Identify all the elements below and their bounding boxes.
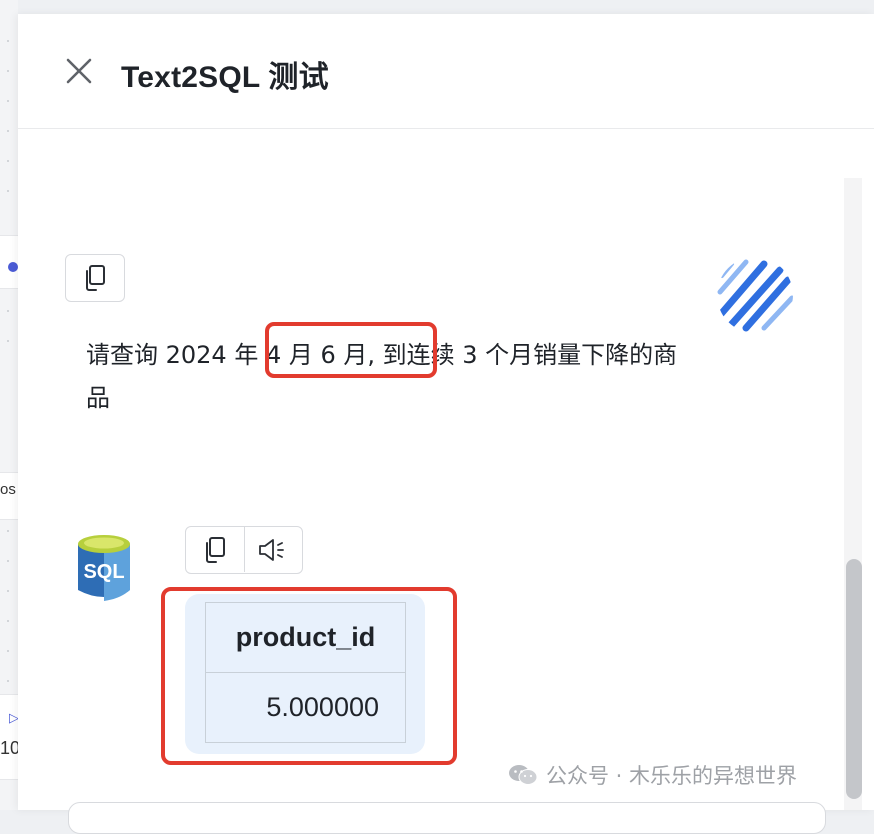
text2sql-drawer: Text2SQL 测试 请查询 2024 年 4 月 6 月, 到连续 3 个月… <box>18 14 874 834</box>
copy-icon <box>205 536 225 563</box>
watermark: 公众号 · 木乐乐的异想世界 <box>508 760 797 790</box>
striped-logo-icon <box>717 259 793 332</box>
wechat-icon <box>509 765 538 785</box>
highlight-box-date <box>265 322 437 378</box>
bg-dot <box>7 130 9 132</box>
bg-dot <box>7 530 9 532</box>
highlight-box-result <box>161 587 457 765</box>
bg-dot <box>7 190 9 192</box>
bg-dot <box>7 310 9 312</box>
copy-icon <box>86 265 105 291</box>
sql-database-icon: SQL <box>78 535 130 601</box>
bg-dot <box>7 70 9 72</box>
copy-button[interactable] <box>186 527 244 572</box>
bg-dot <box>7 650 9 652</box>
bg-dot <box>7 620 9 622</box>
scrollbar-thumb[interactable] <box>846 559 862 799</box>
message-actions <box>185 526 303 574</box>
drawer-title: Text2SQL 测试 <box>121 61 329 94</box>
speaker-icon <box>259 538 285 561</box>
bg-status-dot <box>8 262 18 272</box>
watermark-text: 公众号 · 木乐乐的异想世界 <box>546 764 798 788</box>
drawer-header: Text2SQL 测试 <box>18 14 874 129</box>
close-icon <box>66 58 92 84</box>
bg-cut-text: os <box>0 481 16 498</box>
chat-input[interactable] <box>68 802 826 834</box>
read-aloud-button[interactable] <box>243 527 303 572</box>
bg-dot <box>7 40 9 42</box>
bg-dot <box>7 100 9 102</box>
bg-panel-edge <box>0 694 18 780</box>
bg-dot <box>7 560 9 562</box>
sql-avatar-label: SQL <box>83 561 124 583</box>
bg-dot <box>7 340 9 342</box>
copy-button[interactable] <box>65 254 125 302</box>
background-page <box>0 0 18 810</box>
close-button[interactable] <box>64 56 94 86</box>
bg-dot <box>7 680 9 682</box>
bg-dot <box>7 590 9 592</box>
bg-dot <box>7 160 9 162</box>
